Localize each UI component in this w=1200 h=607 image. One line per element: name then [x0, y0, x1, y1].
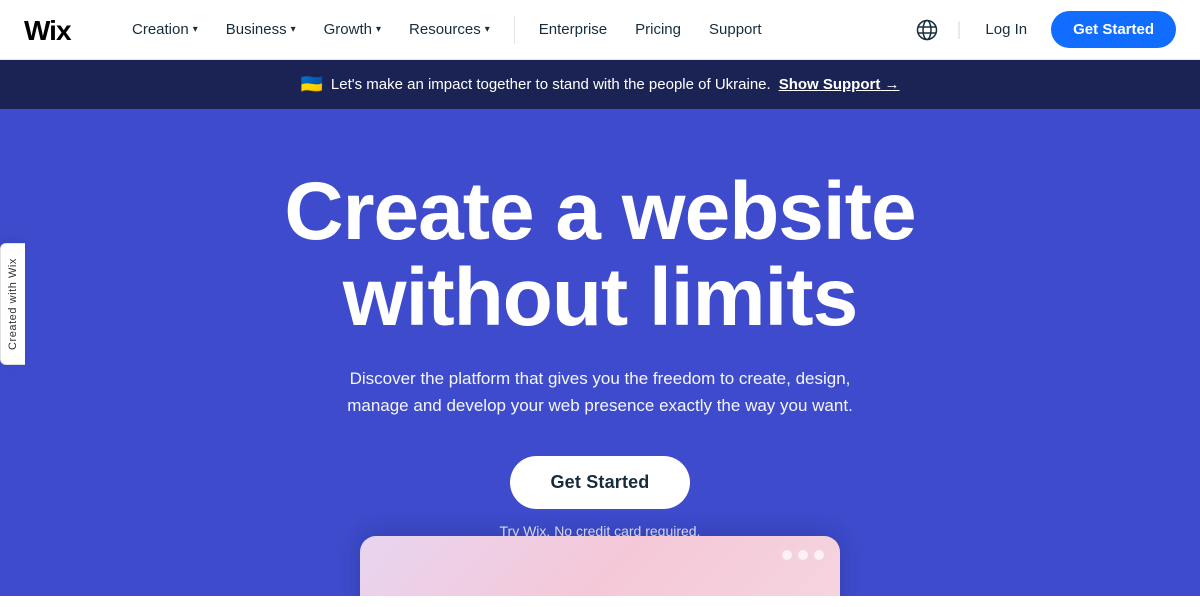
- nav-link-enterprise[interactable]: Enterprise: [527, 13, 619, 46]
- hero-subtitle: Discover the platform that gives you the…: [340, 365, 860, 419]
- preview-dot-3: [814, 550, 824, 560]
- preview-dot-2: [798, 550, 808, 560]
- nav-link-resources[interactable]: Resources ▾: [397, 13, 502, 46]
- chevron-down-icon: ▾: [291, 24, 296, 35]
- chevron-down-icon: ▾: [376, 24, 381, 35]
- main-nav: Wix Creation ▾ Business ▾ Growth ▾ Resou…: [0, 0, 1200, 60]
- hero-title: Create a website without limits: [284, 169, 915, 341]
- nav-link-business[interactable]: Business ▾: [214, 13, 308, 46]
- language-selector-icon[interactable]: [909, 12, 945, 48]
- preview-dot-1: [782, 550, 792, 560]
- hero-section: Create a website without limits Discover…: [0, 109, 1200, 596]
- nav-get-started-button[interactable]: Get Started: [1051, 11, 1176, 48]
- nav-link-support[interactable]: Support: [697, 13, 774, 46]
- nav-separator: |: [957, 19, 962, 40]
- login-button[interactable]: Log In: [973, 13, 1039, 46]
- nav-link-pricing[interactable]: Pricing: [623, 13, 693, 46]
- nav-link-growth[interactable]: Growth ▾: [312, 13, 393, 46]
- side-badge-text: Created with Wix: [0, 243, 25, 365]
- nav-divider: [514, 16, 515, 44]
- nav-link-creation[interactable]: Creation ▾: [120, 13, 210, 46]
- hero-preview-card: [360, 536, 840, 596]
- hero-get-started-button[interactable]: Get Started: [510, 456, 689, 509]
- chevron-down-icon: ▾: [193, 24, 198, 35]
- nav-right: | Log In Get Started: [909, 11, 1176, 48]
- ukraine-flag-emoji: 🇺🇦: [300, 74, 322, 95]
- ukraine-banner-message: Let's make an impact together to stand w…: [331, 76, 771, 93]
- preview-dots: [782, 550, 824, 560]
- nav-links: Creation ▾ Business ▾ Growth ▾ Resources…: [120, 13, 909, 46]
- svg-text:Wix: Wix: [24, 16, 72, 44]
- side-badge: Created with Wix: [0, 243, 25, 365]
- chevron-down-icon: ▾: [485, 24, 490, 35]
- ukraine-show-support-link[interactable]: Show Support →: [779, 76, 900, 93]
- wix-logo[interactable]: Wix: [24, 16, 88, 44]
- ukraine-banner: 🇺🇦 Let's make an impact together to stan…: [0, 60, 1200, 109]
